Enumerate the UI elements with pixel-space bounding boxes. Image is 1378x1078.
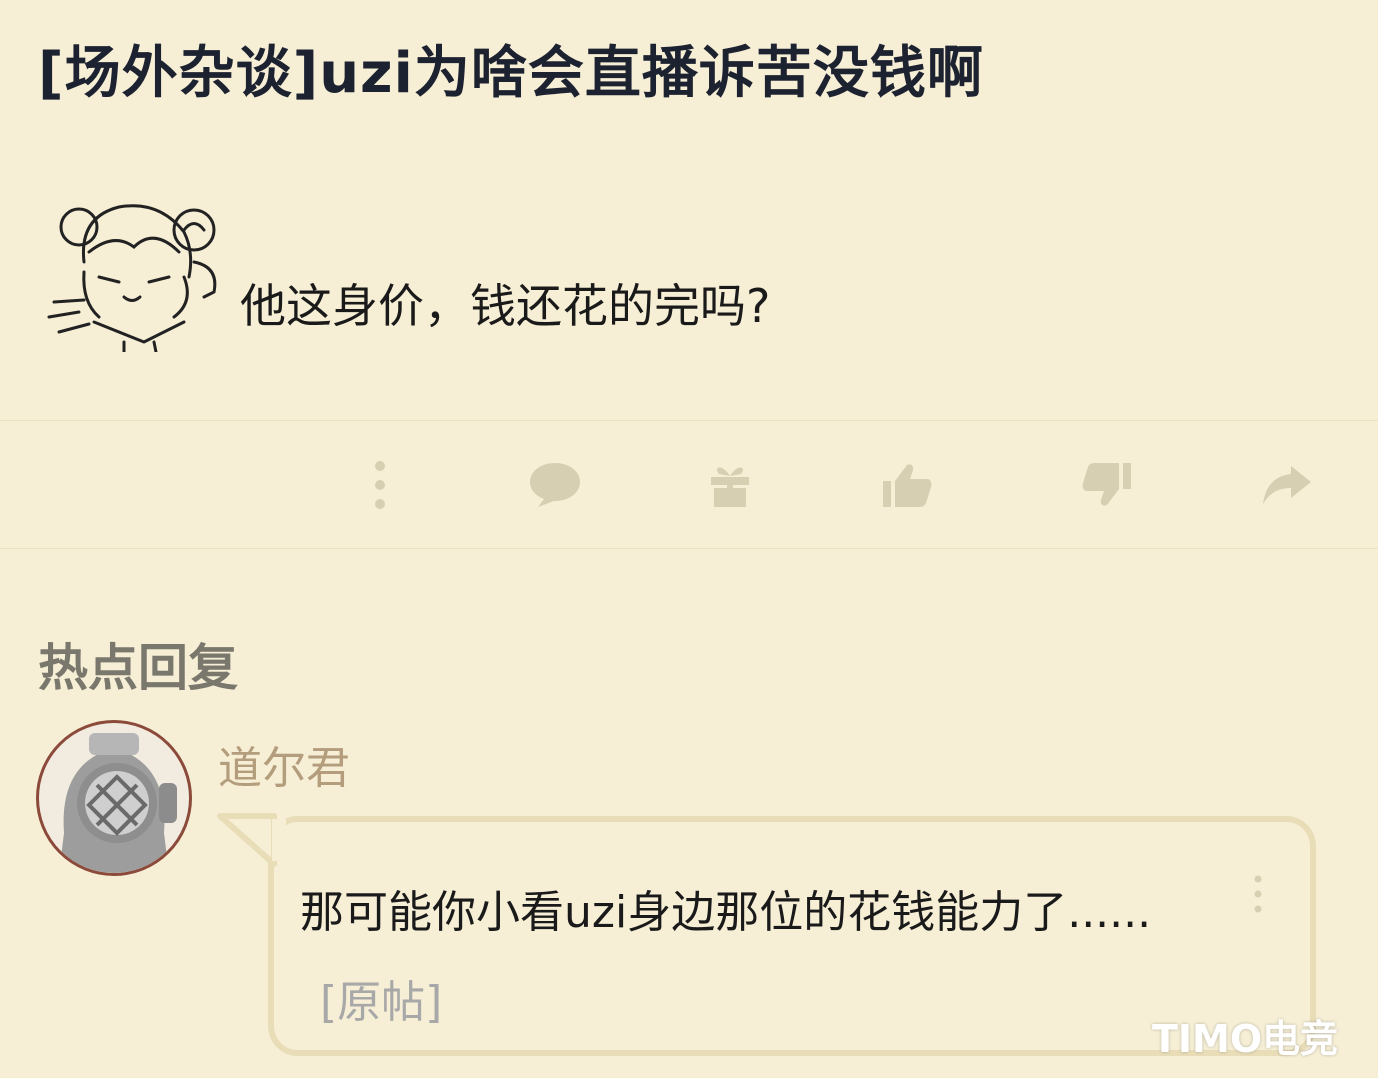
hot-replies-header: 热点回复 (38, 639, 238, 697)
watermark: TIMO电竞 (1152, 1017, 1339, 1061)
divider (0, 420, 1378, 421)
gift-icon[interactable] (695, 455, 765, 515)
post: 他这身价，钱还花的完吗? (0, 180, 1378, 380)
original-post-link[interactable]: [原帖] (320, 977, 442, 1028)
share-icon[interactable] (1252, 455, 1322, 515)
reply-username[interactable]: 道尔君 (218, 732, 350, 796)
thumbs-up-icon[interactable] (872, 455, 942, 515)
diving-helmet-icon (59, 733, 177, 873)
reply-content: 那可能你小看uzi身边那位的花钱能力了...... (300, 887, 1152, 938)
reply-text: 那可能你小看uzi身边那位的花钱能力了...... [原帖] (300, 868, 1200, 1048)
avatar[interactable] (36, 720, 192, 876)
more-vertical-icon[interactable] (345, 455, 415, 515)
post-actions-bar (0, 445, 1378, 525)
divider (0, 548, 1378, 549)
thread-title: [场外杂谈]uzi为啥会直播诉苦没钱啊 (38, 41, 984, 106)
reply-more-icon[interactable] (1250, 874, 1266, 914)
bubble-tail (217, 813, 286, 867)
anime-girl-sticker-icon (44, 192, 234, 354)
post-text: 他这身价，钱还花的完吗? (240, 279, 771, 333)
thumbs-down-icon[interactable] (1072, 455, 1142, 515)
comment-icon[interactable] (520, 455, 590, 515)
